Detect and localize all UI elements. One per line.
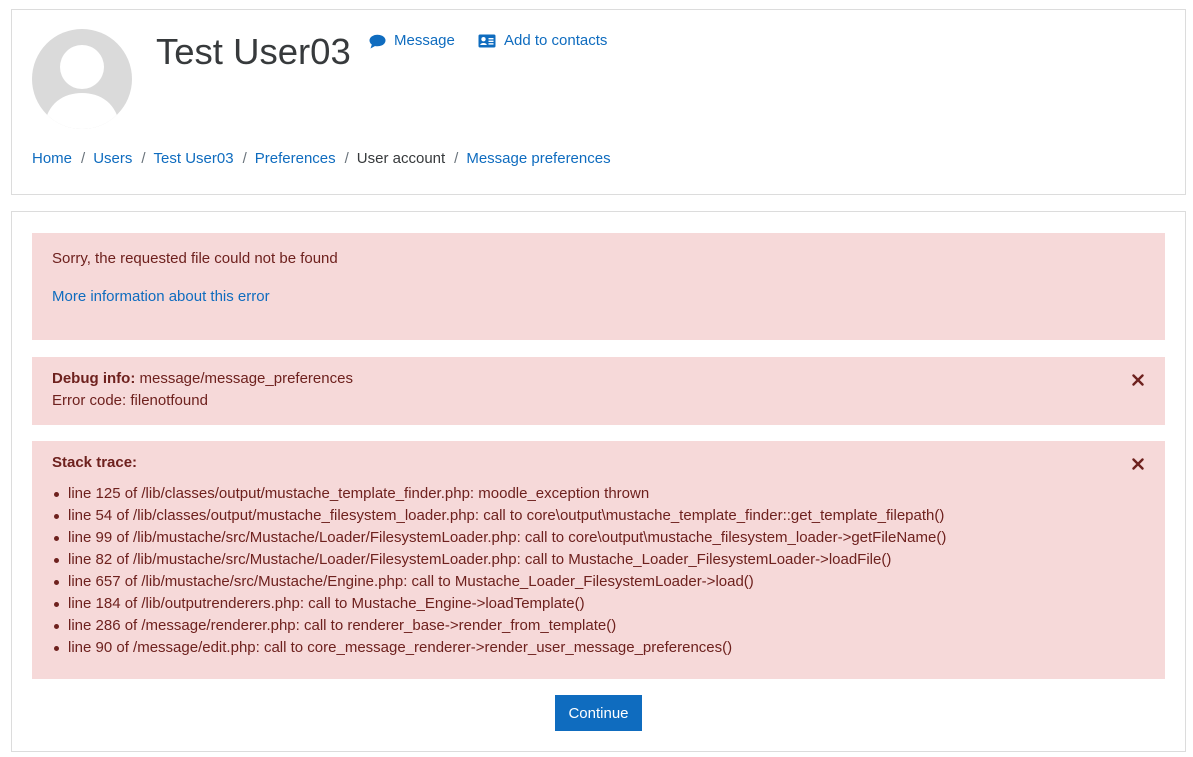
breadcrumb-users[interactable]: Users: [93, 149, 132, 169]
avatar[interactable]: [32, 29, 132, 129]
close-debug-button[interactable]: [1131, 372, 1145, 386]
add-to-contacts-label: Add to contacts: [504, 32, 608, 49]
debug-info-line: Debug info: message/message_preferences: [52, 368, 353, 390]
stack-trace-item: line 82 of /lib/mustache/src/Mustache/Lo…: [52, 549, 946, 571]
close-stack-trace-button[interactable]: [1131, 456, 1145, 470]
close-icon: [1132, 458, 1144, 470]
page-header: Test User03 Message Add to contacts Home…: [11, 9, 1186, 195]
address-card-icon: [478, 34, 496, 48]
breadcrumb-separator: /: [141, 150, 146, 167]
breadcrumb-preferences[interactable]: Preferences: [255, 149, 336, 169]
message-label: Message: [394, 32, 455, 49]
add-to-contacts-button[interactable]: Add to contacts: [478, 31, 607, 51]
close-icon: [1132, 374, 1144, 386]
error-message: Sorry, the requested file could not be f…: [52, 250, 338, 267]
main-content: Sorry, the requested file could not be f…: [11, 211, 1186, 752]
comment-icon: [369, 34, 386, 48]
stack-trace-item: line 99 of /lib/mustache/src/Mustache/Lo…: [52, 527, 946, 549]
stack-trace-item: line 657 of /lib/mustache/src/Mustache/E…: [52, 571, 946, 593]
error-code: Error code: filenotfound: [52, 392, 208, 409]
stack-trace-alert: Stack trace: line 125 of /lib/classes/ou…: [32, 441, 1165, 679]
stack-trace-item: line 54 of /lib/classes/output/mustache_…: [52, 505, 946, 527]
stack-trace-item: line 184 of /lib/outputrenderers.php: ca…: [52, 593, 946, 615]
page-title: Test User03: [156, 31, 351, 72]
stack-trace-label: Stack trace:: [52, 454, 138, 471]
continue-button[interactable]: Continue: [555, 695, 642, 731]
breadcrumb-separator: /: [454, 150, 459, 167]
debug-info-label: Debug info:: [52, 370, 136, 387]
breadcrumb-separator: /: [242, 150, 247, 167]
breadcrumb-user[interactable]: Test User03: [154, 149, 234, 169]
stack-trace-item: line 125 of /lib/classes/output/mustache…: [52, 483, 946, 505]
breadcrumb-separator: /: [81, 150, 86, 167]
stack-trace-item: line 90 of /message/edit.php: call to co…: [52, 637, 946, 659]
error-alert: Sorry, the requested file could not be f…: [32, 233, 1165, 340]
breadcrumb-user-account: User account: [356, 150, 446, 167]
breadcrumb: Home / Users / Test User03 / Preferences…: [32, 149, 611, 169]
debug-info-value: message/message_preferences: [139, 370, 353, 387]
breadcrumb-separator: /: [344, 150, 349, 167]
stack-trace-item: line 286 of /message/renderer.php: call …: [52, 615, 946, 637]
stack-trace-list: line 125 of /lib/classes/output/mustache…: [52, 483, 946, 659]
breadcrumb-home[interactable]: Home: [32, 149, 72, 169]
debug-info-alert: Debug info: message/message_preferences …: [32, 357, 1165, 425]
breadcrumb-message-preferences[interactable]: Message preferences: [466, 149, 610, 169]
default-user-avatar-icon: [44, 45, 120, 129]
message-button[interactable]: Message: [369, 31, 455, 51]
more-info-link[interactable]: More information about this error: [52, 286, 270, 308]
